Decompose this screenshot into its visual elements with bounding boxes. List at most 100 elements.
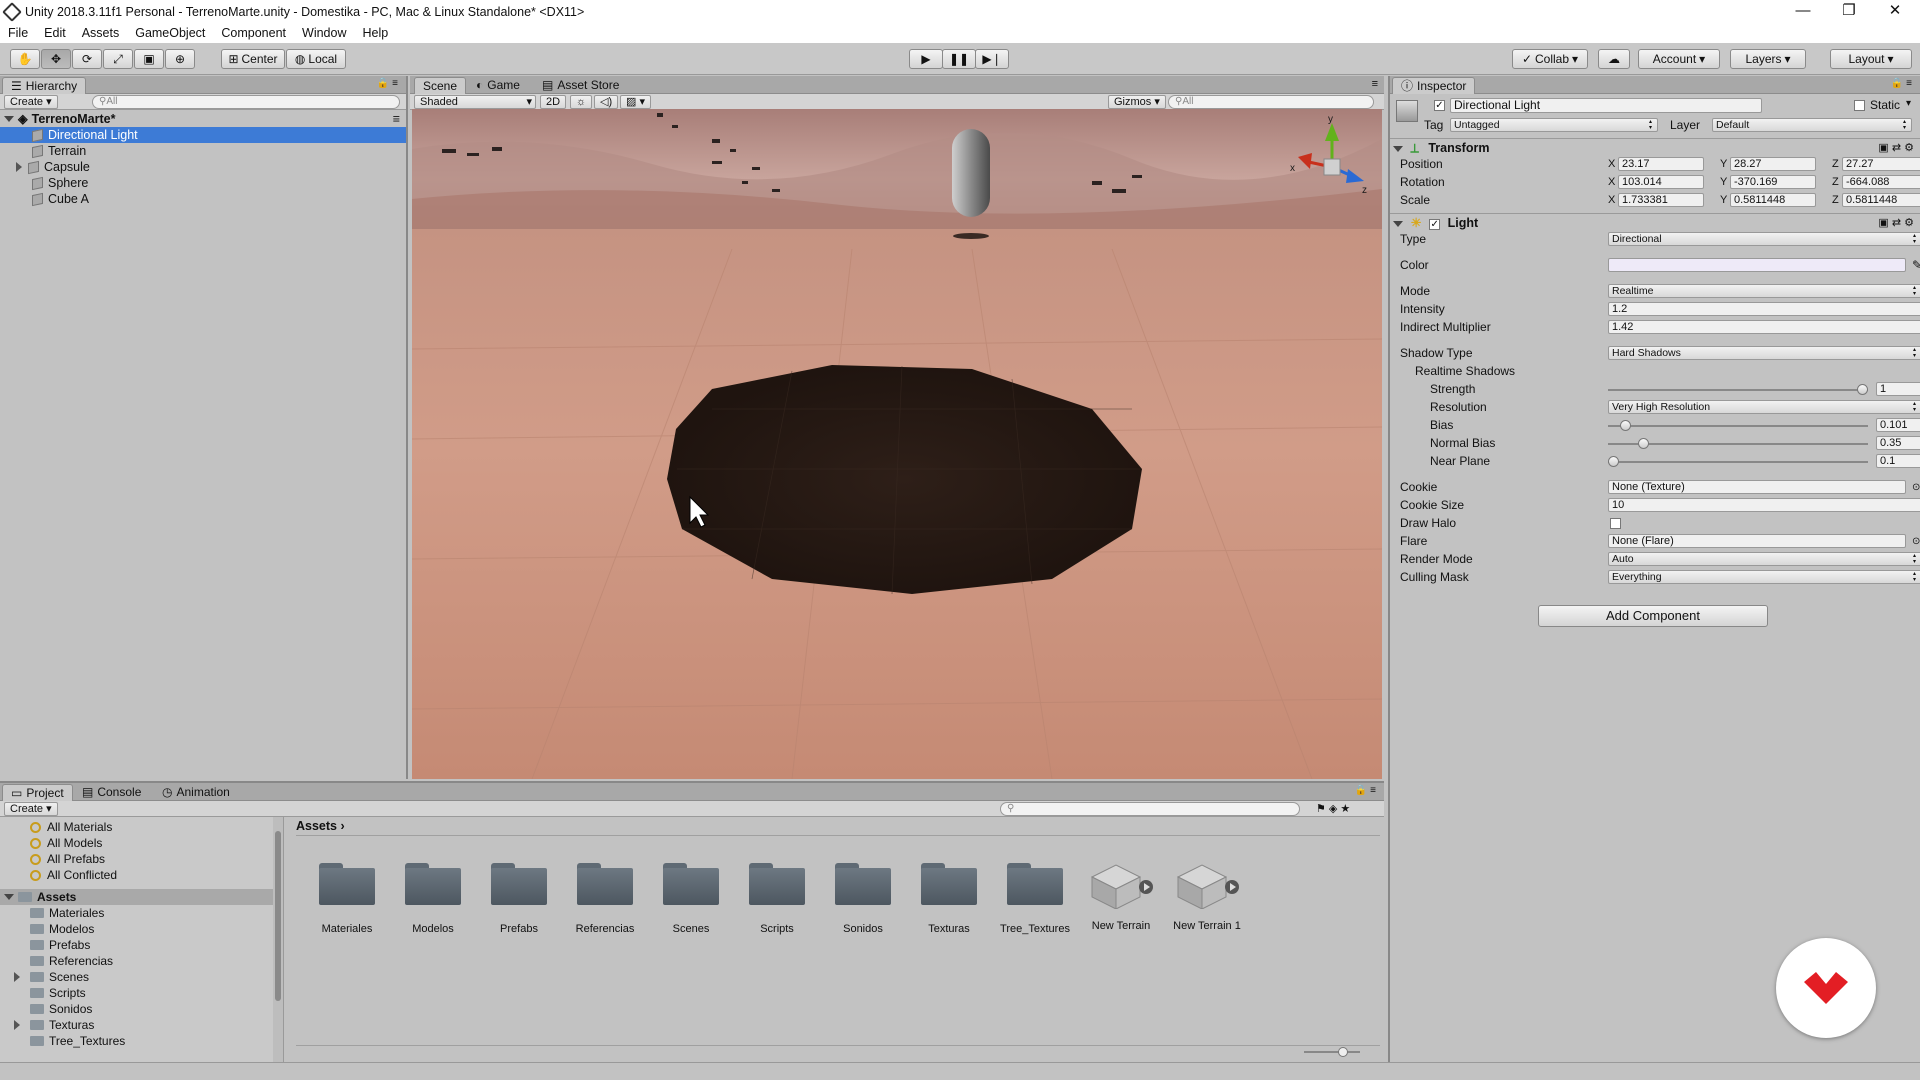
restore-button[interactable]: ❐ <box>1826 0 1872 23</box>
flare-field[interactable]: None (Flare) <box>1608 534 1906 548</box>
tree-folder[interactable]: Referencias <box>0 953 283 969</box>
lighting-toggle[interactable]: ☼ <box>570 95 593 109</box>
asset-folder[interactable]: Scripts <box>742 861 812 935</box>
foldout-arrow-icon[interactable] <box>1393 146 1403 152</box>
expand-arrow-icon[interactable] <box>4 116 14 122</box>
layer-dropdown[interactable]: Default <box>1712 118 1912 132</box>
effects-dropdown[interactable]: ▨ ▾ <box>620 95 651 109</box>
scale-z-field[interactable]: 0.5811448 <box>1842 193 1920 207</box>
audio-toggle[interactable]: ◁) <box>594 95 619 109</box>
favorite-item[interactable]: All Models <box>0 835 283 851</box>
move-tool-button[interactable]: ✥ <box>41 49 71 69</box>
position-x-field[interactable]: 23.17 <box>1618 157 1704 171</box>
strength-slider[interactable] <box>1608 384 1868 395</box>
transform-tool-button[interactable]: ⊕ <box>165 49 195 69</box>
expand-arrow-icon[interactable] <box>4 894 14 900</box>
strength-field[interactable]: 1 <box>1876 382 1920 396</box>
tab-console[interactable]: ▤ Console <box>74 784 149 801</box>
tab-inspector[interactable]: ⓘ Inspector <box>1392 77 1476 94</box>
mode-2d-toggle[interactable]: 2D <box>540 95 567 109</box>
light-color-swatch[interactable] <box>1608 258 1906 272</box>
hierarchy-create-button[interactable]: Create ▾ <box>4 95 58 109</box>
object-picker-icon[interactable]: ⊙ <box>1912 479 1920 496</box>
slider-knob[interactable] <box>1620 420 1632 431</box>
scene-render[interactable]: y x z <box>412 109 1382 779</box>
rotation-z-field[interactable]: -664.088 <box>1842 175 1920 189</box>
menu-component[interactable]: Component <box>213 26 294 40</box>
chevron-down-icon[interactable]: ▾ <box>1906 98 1911 109</box>
expand-arrow-icon[interactable] <box>14 1020 20 1030</box>
filter-icons[interactable]: ⚑ ◈ ★ <box>1316 802 1350 815</box>
hierarchy-item[interactable]: Terrain <box>0 143 406 159</box>
object-name-input[interactable]: Directional Light <box>1450 98 1762 113</box>
tab-asset-store[interactable]: ▤ Asset Store <box>534 77 627 94</box>
tree-folder[interactable]: Tree_Textures <box>0 1033 283 1049</box>
pivot-center-button[interactable]: ⊞ Center <box>221 49 285 69</box>
icon-size-slider[interactable] <box>1304 1047 1360 1057</box>
tree-folder[interactable]: Texturas <box>0 1017 283 1033</box>
culling-mask-dropdown[interactable]: Everything <box>1608 570 1920 584</box>
rect-tool-button[interactable]: ▣ <box>134 49 164 69</box>
component-settings-icon[interactable]: ▣ ⇄ ⚙ <box>1878 139 1914 157</box>
scene-menu-icon[interactable]: ≡ <box>393 111 400 127</box>
terrain-asset[interactable]: New Terrain 1 <box>1172 857 1242 932</box>
normal-bias-field[interactable]: 0.35 <box>1876 436 1920 450</box>
tree-folder[interactable]: Scripts <box>0 985 283 1001</box>
pivot-local-button[interactable]: ◍ Local <box>286 49 346 69</box>
expand-arrow-icon[interactable] <box>14 972 20 982</box>
menu-file[interactable]: File <box>0 26 36 40</box>
tab-scene[interactable]: Scene <box>414 77 467 94</box>
hierarchy-search-input[interactable]: ⚲All <box>92 95 400 109</box>
asset-folder[interactable]: Texturas <box>914 861 984 935</box>
object-picker-icon[interactable]: ⊙ <box>1912 533 1920 550</box>
menu-help[interactable]: Help <box>354 26 396 40</box>
favorite-item[interactable]: All Materials <box>0 819 283 835</box>
layers-dropdown[interactable]: Layers ▾ <box>1730 49 1806 69</box>
cookie-field[interactable]: None (Texture) <box>1608 480 1906 494</box>
hand-tool-button[interactable]: ✋ <box>10 49 40 69</box>
scale-tool-button[interactable]: ⤢ <box>103 49 133 69</box>
slider-knob[interactable] <box>1857 384 1868 395</box>
play-button[interactable]: ▶ <box>909 49 943 69</box>
menu-gameobject[interactable]: GameObject <box>127 26 213 40</box>
panel-menu-icon[interactable]: ≡ <box>1372 78 1378 90</box>
asset-folder[interactable]: Scenes <box>656 861 726 935</box>
light-mode-dropdown[interactable]: Realtime <box>1608 284 1920 298</box>
collab-button[interactable]: ✓ Collab ▾ <box>1512 49 1588 69</box>
tree-folder[interactable]: Scenes <box>0 969 283 985</box>
near-plane-slider[interactable] <box>1608 456 1868 467</box>
resolution-dropdown[interactable]: Very High Resolution <box>1608 400 1920 414</box>
draw-halo-checkbox[interactable] <box>1610 518 1621 529</box>
indirect-field[interactable]: 1.42 <box>1608 320 1920 334</box>
component-settings-icon[interactable]: ▣ ⇄ ⚙ <box>1878 214 1914 232</box>
gizmos-dropdown[interactable]: Gizmos ▾ <box>1108 95 1166 109</box>
active-checkbox[interactable]: ✓ <box>1434 100 1445 111</box>
asset-folder[interactable]: Materiales <box>312 861 382 935</box>
panel-menu-icon[interactable]: 🔒 ≡ <box>1891 78 1912 89</box>
cloud-button[interactable]: ☁ <box>1598 49 1630 69</box>
asset-folder[interactable]: Prefabs <box>484 861 554 935</box>
step-button[interactable]: ▶❘ <box>975 49 1009 69</box>
tab-hierarchy[interactable]: ☰ Hierarchy <box>2 77 87 94</box>
tree-folder[interactable]: Materiales <box>0 905 283 921</box>
light-enabled-checkbox[interactable]: ✓ <box>1429 219 1441 230</box>
rotation-y-field[interactable]: -370.169 <box>1730 175 1816 189</box>
hierarchy-item[interactable]: Capsule <box>0 159 406 175</box>
scene-viewport[interactable]: y x z <box>412 109 1382 779</box>
static-checkbox[interactable] <box>1854 100 1865 111</box>
pause-button[interactable]: ❚❚ <box>942 49 976 69</box>
scale-y-field[interactable]: 0.5811448 <box>1730 193 1816 207</box>
close-button[interactable]: ✕ <box>1872 0 1918 23</box>
asset-folder[interactable]: Tree_Textures <box>1000 861 1070 935</box>
hierarchy-item[interactable]: Sphere <box>0 175 406 191</box>
account-button[interactable]: Account ▾ <box>1638 49 1720 69</box>
shading-dropdown[interactable]: Shaded ▾ <box>414 95 536 109</box>
tag-dropdown[interactable]: Untagged <box>1450 118 1658 132</box>
shadow-type-dropdown[interactable]: Hard Shadows <box>1608 346 1920 360</box>
hierarchy-item[interactable]: Directional Light <box>0 127 406 143</box>
render-mode-dropdown[interactable]: Auto <box>1608 552 1920 566</box>
favorite-item[interactable]: All Conflicted <box>0 867 283 883</box>
tree-scrollbar[interactable] <box>273 817 283 1064</box>
hierarchy-item[interactable]: Cube A <box>0 191 406 207</box>
light-header[interactable]: ☀ ✓ Light ▣ ⇄ ⚙ <box>1390 213 1920 231</box>
